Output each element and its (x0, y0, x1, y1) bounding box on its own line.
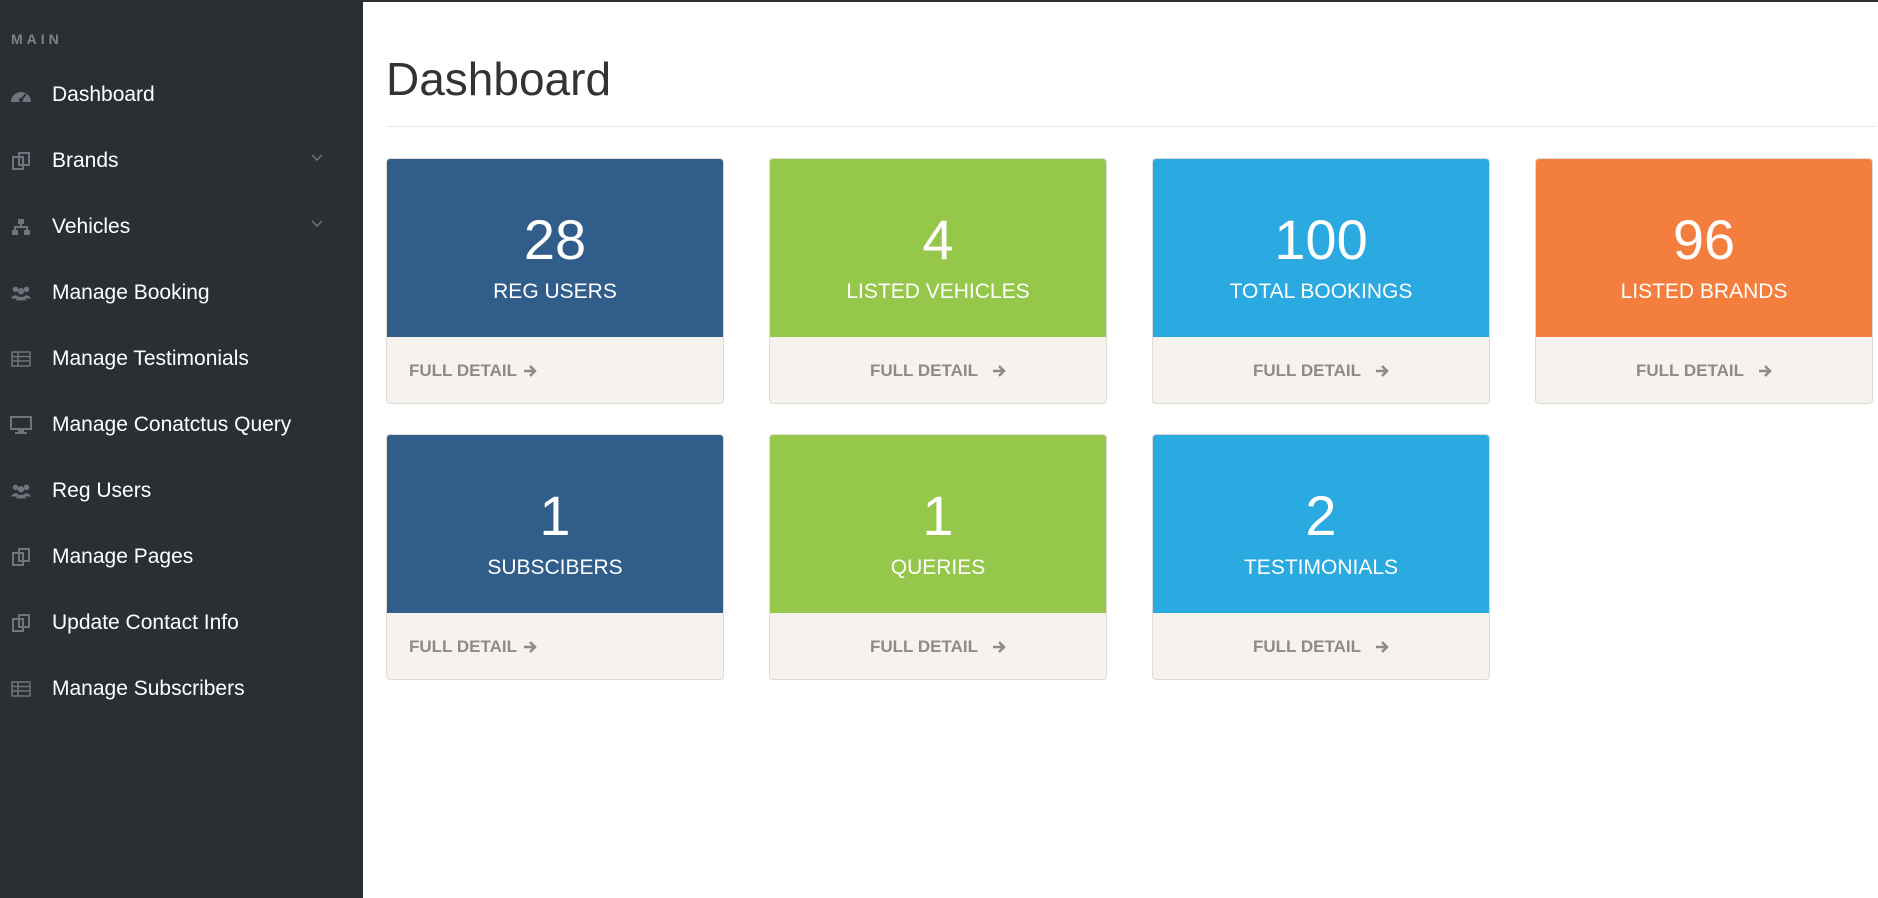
full-detail-label: FULL DETAIL (1253, 360, 1361, 380)
full-detail-label: FULL DETAIL (1636, 360, 1744, 380)
sidebar-item-label: Dashboard (52, 83, 155, 106)
sidebar: MAIN Dashboard Brands Vehicles Manage Bo… (0, 0, 363, 898)
full-detail-link[interactable]: FULL DETAIL (770, 337, 1106, 403)
sidebar-item-manage-subscribers[interactable]: Manage Subscribers (0, 661, 363, 717)
card-label: REG USERS (493, 280, 617, 303)
card-value: 1 (922, 484, 954, 547)
sidebar-item-manage-contactus-query[interactable]: Manage Conatctus Query (0, 397, 363, 453)
sidebar-item-reg-users[interactable]: Reg Users (0, 463, 363, 519)
full-detail-label: FULL DETAIL (870, 360, 978, 380)
full-detail-label: FULL DETAIL (870, 636, 978, 656)
sidebar-item-label: Brands (52, 149, 119, 172)
card-label: TESTIMONIALS (1243, 556, 1399, 579)
stat-card-total-bookings: 100 TOTAL BOOKINGS FULL DETAIL (1152, 158, 1490, 404)
card-value: 2 (1305, 484, 1337, 547)
sidebar-item-label: Manage Testimonials (52, 347, 249, 370)
arrow-right-icon (523, 364, 537, 378)
sidebar-item-manage-booking[interactable]: Manage Booking (0, 265, 363, 321)
stat-card-queries: 1 QUERIES FULL DETAIL (769, 434, 1107, 680)
sidebar-item-manage-testimonials[interactable]: Manage Testimonials (0, 331, 363, 387)
sitemap-icon (10, 216, 32, 238)
arrow-right-icon (1375, 364, 1389, 378)
card-label: SUBSCIBERS (487, 556, 623, 579)
card-header: 1 SUBSCIBERS (387, 435, 723, 613)
card-header: 96 LISTED BRANDS (1536, 159, 1872, 337)
copy-icon (10, 150, 32, 172)
card-label: LISTED BRANDS (1620, 280, 1788, 303)
copy-icon (10, 546, 32, 568)
sidebar-item-label: Manage Conatctus Query (52, 413, 292, 436)
full-detail-label: FULL DETAIL (409, 360, 517, 380)
card-value: 100 (1274, 208, 1368, 271)
stat-card-listed-vehicles: 4 LISTED VEHICLES FULL DETAIL (769, 158, 1107, 404)
card-header: 28 REG USERS (387, 159, 723, 337)
arrow-right-icon (992, 364, 1006, 378)
card-label: LISTED VEHICLES (846, 280, 1030, 303)
stat-card-reg-users: 28 REG USERS FULL DETAIL (386, 158, 724, 404)
sidebar-item-dashboard[interactable]: Dashboard (0, 67, 363, 123)
sidebar-item-manage-pages[interactable]: Manage Pages (0, 529, 363, 585)
sidebar-item-update-contact-info[interactable]: Update Contact Info (0, 595, 363, 651)
stat-card-testimonials: 2 TESTIMONIALS FULL DETAIL (1152, 434, 1490, 680)
page-title: Dashboard (386, 53, 612, 105)
copy-icon (10, 612, 32, 634)
arrow-right-icon (1758, 364, 1772, 378)
arrow-right-icon (1375, 640, 1389, 654)
card-header: 1 QUERIES (770, 435, 1106, 613)
sidebar-item-label: Manage Booking (52, 281, 210, 304)
table-icon (10, 348, 32, 370)
users-icon (10, 480, 32, 502)
chevron-down-icon[interactable] (311, 216, 323, 234)
stat-card-subscribers: 1 SUBSCIBERS FULL DETAIL (386, 434, 724, 680)
full-detail-label: FULL DETAIL (409, 636, 517, 656)
card-value: 96 (1672, 208, 1736, 271)
dashboard-icon (10, 84, 32, 106)
desktop-icon (10, 414, 32, 436)
sidebar-item-label: Update Contact Info (52, 611, 239, 634)
arrow-right-icon (523, 640, 537, 654)
main-content: Dashboard 28 REG USERS FULL DETAIL 4 LIS… (363, 0, 1878, 898)
card-value: 1 (539, 484, 571, 547)
table-icon (10, 678, 32, 700)
full-detail-link[interactable]: FULL DETAIL (1153, 337, 1489, 403)
full-detail-link[interactable]: FULL DETAIL (387, 337, 723, 403)
card-header: 100 TOTAL BOOKINGS (1153, 159, 1489, 337)
sidebar-item-label: Vehicles (52, 215, 131, 238)
card-label: TOTAL BOOKINGS (1229, 280, 1413, 303)
stat-card-listed-brands: 96 LISTED BRANDS FULL DETAIL (1535, 158, 1873, 404)
sidebar-item-label: Manage Subscribers (52, 677, 245, 700)
full-detail-link[interactable]: FULL DETAIL (387, 613, 723, 679)
card-header: 4 LISTED VEHICLES (770, 159, 1106, 337)
sidebar-section-label: MAIN (11, 31, 63, 47)
users-icon (10, 282, 32, 304)
card-label: QUERIES (890, 556, 986, 579)
chevron-down-icon[interactable] (311, 150, 323, 168)
full-detail-link[interactable]: FULL DETAIL (1536, 337, 1872, 403)
card-header: 2 TESTIMONIALS (1153, 435, 1489, 613)
sidebar-item-brands[interactable]: Brands (0, 133, 363, 189)
full-detail-label: FULL DETAIL (1253, 636, 1361, 656)
full-detail-link[interactable]: FULL DETAIL (1153, 613, 1489, 679)
title-divider (386, 126, 1876, 127)
sidebar-item-label: Reg Users (52, 479, 152, 502)
card-value: 4 (922, 208, 954, 271)
full-detail-link[interactable]: FULL DETAIL (770, 613, 1106, 679)
sidebar-item-vehicles[interactable]: Vehicles (0, 199, 363, 255)
arrow-right-icon (992, 640, 1006, 654)
sidebar-item-label: Manage Pages (52, 545, 194, 568)
card-value: 28 (523, 208, 587, 271)
